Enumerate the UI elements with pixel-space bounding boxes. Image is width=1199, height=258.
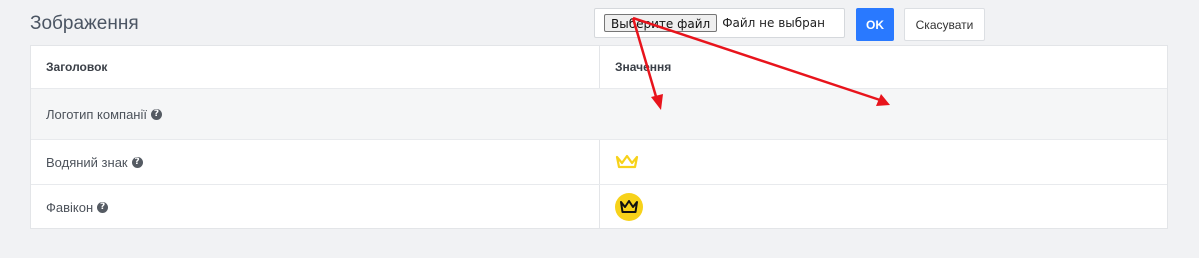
question-circle-icon[interactable]: ?	[97, 201, 109, 213]
table-row-watermark: Водяний знак ?	[31, 140, 1167, 185]
file-status-text: Файл не выбран	[722, 16, 825, 30]
crown-badge-icon	[615, 193, 643, 221]
crown-icon	[615, 154, 639, 169]
row-label-favicon: Фавікон	[46, 199, 94, 215]
question-circle-icon[interactable]: ?	[131, 156, 143, 168]
images-settings-table: Заголовок Значення Логотип компанії ? Во…	[30, 45, 1168, 229]
cancel-button[interactable]: Скасувати	[904, 8, 985, 41]
file-upload-field[interactable]: Выберите файл Файл не выбран	[594, 8, 845, 38]
table-header-row: Заголовок Значення	[31, 46, 1167, 89]
section-title: Зображення	[30, 13, 139, 34]
choose-file-button[interactable]: Выберите файл	[604, 14, 718, 32]
table-row-logo: Логотип компанії ?	[31, 89, 1167, 140]
question-circle-icon[interactable]: ?	[150, 108, 162, 120]
row-label-logo: Логотип компанії	[46, 106, 147, 122]
row-label-watermark: Водяний знак	[46, 154, 128, 170]
ok-button[interactable]: OK	[856, 8, 894, 41]
header-title: Заголовок	[46, 60, 108, 74]
header-value: Значення	[615, 60, 672, 74]
table-row-favicon: Фавікон ?	[31, 185, 1167, 229]
